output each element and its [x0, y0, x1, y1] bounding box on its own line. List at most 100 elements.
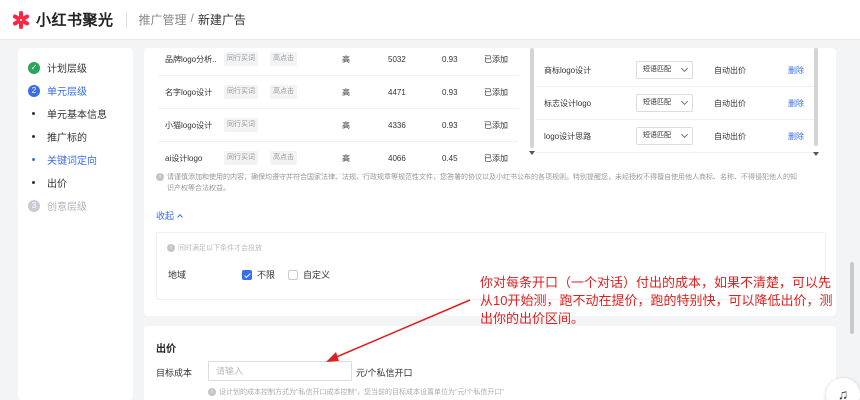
sub-step-label: 出价 — [47, 179, 67, 190]
breadcrumb: 推广管理 / 新建广告 — [139, 11, 246, 28]
tag-badge: 高点击 — [270, 85, 297, 99]
checkbox-checked-icon — [242, 269, 252, 280]
info-icon: i — [156, 173, 164, 182]
table-row[interactable]: 品牌logo分析... 同行买词 高点击 高 5032 0.93 已添加 — [158, 43, 518, 76]
competition-cell: 高 — [342, 87, 350, 97]
notice-line: 识产权等合法权益。 — [167, 185, 230, 192]
chevron-up-icon — [177, 213, 183, 220]
app-logo[interactable]: 小红书聚光 — [12, 9, 114, 30]
keyword-cell: ai设计logo — [165, 153, 203, 163]
tag-badge: 高点击 — [270, 52, 297, 66]
search-volume-cell: 4471 — [388, 87, 406, 97]
collapse-label: 收起 — [156, 211, 175, 221]
sub-step-keywords[interactable]: 关键词定向 — [18, 148, 133, 171]
collapse-toggle[interactable]: 收起 — [156, 209, 183, 222]
tag-badge: 同行买词 — [224, 151, 258, 165]
keyword-cell: 名字logo设计 — [165, 87, 213, 97]
conditions-hint: i 同时满足以下条件才会投放 — [167, 243, 262, 253]
tag-badge: 高点击 — [270, 151, 297, 165]
step-label: 创意层级 — [47, 202, 87, 213]
scroll-down-icon[interactable] — [529, 151, 535, 155]
breadcrumb-current: 新建广告 — [197, 13, 246, 27]
top-bar: 小红书聚光 推广管理 / 新建广告 — [0, 0, 860, 40]
table-row: 商标logo设计 短语匹配 自动出价 删除 — [536, 54, 816, 87]
bid-mode-cell: 自动出价 — [714, 99, 746, 108]
search-volume-cell: 4066 — [388, 153, 406, 163]
divider — [125, 11, 127, 28]
left-table-scrollbar[interactable] — [530, 48, 534, 148]
sub-step-unit-info[interactable]: 单元基本信息 — [18, 102, 133, 125]
hint-text: 同时满足以下条件才会投放 — [178, 245, 262, 252]
table-row[interactable]: 小猫logo设计 同行买词 高 4336 0.93 已添加 — [158, 109, 518, 142]
bullet-icon — [32, 135, 35, 138]
step-label: 单元层级 — [47, 87, 87, 98]
scroll-down-icon[interactable] — [813, 152, 819, 156]
table-row: 标志设计logo 短语匹配 自动出价 删除 — [536, 87, 816, 120]
competition-cell: 高 — [342, 153, 350, 163]
step-plan-level[interactable]: ✓ 计划层级 — [18, 56, 133, 79]
table-row[interactable]: ai设计logo 同行买词 高点击 高 4066 0.45 已添加 — [158, 142, 518, 175]
match-type-select[interactable]: 短语匹配 — [636, 61, 693, 79]
target-cost-input[interactable] — [208, 361, 352, 381]
target-cost-label: 目标成本 — [156, 368, 193, 378]
status-cell: 已添加 — [484, 87, 508, 97]
price-cell: 0.93 — [442, 54, 458, 64]
notice-line: 请谨慎添加和使用的内容，确保均遵守并符合国家法律、法规、行政规章等规范性文件，您… — [167, 174, 797, 181]
bullet-icon — [32, 181, 35, 184]
bid-note: i 设计划的成本控制方式为"私信开口成本控制"，您当前的目标成本设置单位为"元/个… — [208, 387, 504, 397]
info-icon: i — [208, 388, 216, 397]
match-type-value: 短语匹配 — [643, 99, 671, 106]
keyword-cell: 品牌logo分析... — [165, 54, 217, 64]
step-label: 计划层级 — [47, 64, 87, 75]
step-unit-level[interactable]: 2 单元层级 — [18, 79, 133, 102]
checkbox-label: 不限 — [257, 270, 276, 280]
tag-badge: 同行买词 — [224, 118, 258, 132]
competition-cell: 高 — [342, 54, 350, 64]
tag-badge: 同行买词 — [224, 52, 258, 66]
sub-step-label: 单元基本信息 — [47, 110, 107, 121]
match-type-select[interactable]: 短语匹配 — [636, 127, 693, 145]
breadcrumb-parent[interactable]: 推广管理 — [139, 11, 187, 28]
right-table-scrollbar[interactable] — [814, 48, 818, 146]
match-type-select[interactable]: 短语匹配 — [636, 94, 693, 112]
page-scrollbar[interactable] — [850, 262, 854, 334]
delete-link[interactable]: 删除 — [788, 131, 804, 142]
bullet-icon — [32, 112, 35, 115]
table-row: logo设计思路 短语匹配 自动出价 删除 — [536, 120, 816, 153]
info-icon: i — [167, 244, 175, 253]
breadcrumb-sep: / — [190, 11, 194, 25]
price-cell: 0.45 — [442, 153, 458, 163]
step-creative-level[interactable]: 3 创意层级 — [18, 194, 133, 217]
sub-step-bid[interactable]: 出价 — [18, 171, 133, 194]
sub-step-target[interactable]: 推广标的 — [18, 125, 133, 148]
delete-link[interactable]: 删除 — [788, 98, 804, 109]
region-unlimited-checkbox[interactable]: 不限 — [242, 268, 275, 281]
chevron-down-icon — [680, 97, 689, 106]
bid-card: 出价 目标成本 元/个私信开口 i设计划的成本控制方式为"私信开口成本控制"，您… — [144, 326, 836, 400]
price-cell: 0.93 — [442, 87, 458, 97]
region-custom-checkbox[interactable]: 自定义 — [288, 268, 330, 281]
price-cell: 0.93 — [442, 120, 458, 130]
unit-label: 元/个私信开口 — [356, 368, 413, 378]
delete-link[interactable]: 删除 — [788, 65, 804, 76]
bid-mode-cell: 自动出价 — [714, 132, 746, 141]
status-cell: 已添加 — [484, 153, 508, 163]
headset-icon[interactable]: ♫ — [826, 378, 860, 400]
chevron-down-icon — [680, 64, 689, 73]
sub-step-label: 推广标的 — [47, 133, 87, 144]
chevron-down-icon — [680, 130, 689, 139]
keyword-cell: 商标logo设计 — [544, 66, 592, 75]
match-type-value: 短语匹配 — [643, 66, 671, 73]
keyword-cell: logo设计思路 — [544, 132, 592, 141]
bid-section-title: 出价 — [156, 344, 176, 355]
compliance-notice: i 请谨慎添加和使用的内容，确保均遵守并符合国家法律、法规、行政规章等规范性文件，… — [156, 172, 826, 194]
competition-cell: 高 — [342, 120, 350, 130]
status-cell: 已添加 — [484, 54, 508, 64]
check-icon: ✓ — [28, 61, 40, 74]
table-row[interactable]: 名字logo设计 同行买词 高点击 高 4471 0.93 已添加 — [158, 76, 518, 109]
search-volume-cell: 4336 — [388, 120, 406, 130]
annotation-text: 你对每条开口（一个对话）付出的成本，如果不清楚，可以先从10开始测，跑不动在提价… — [480, 275, 833, 326]
bullet-icon — [32, 158, 35, 161]
keyword-cell: 小猫logo设计 — [165, 120, 213, 130]
step-number-icon: 3 — [28, 199, 40, 212]
